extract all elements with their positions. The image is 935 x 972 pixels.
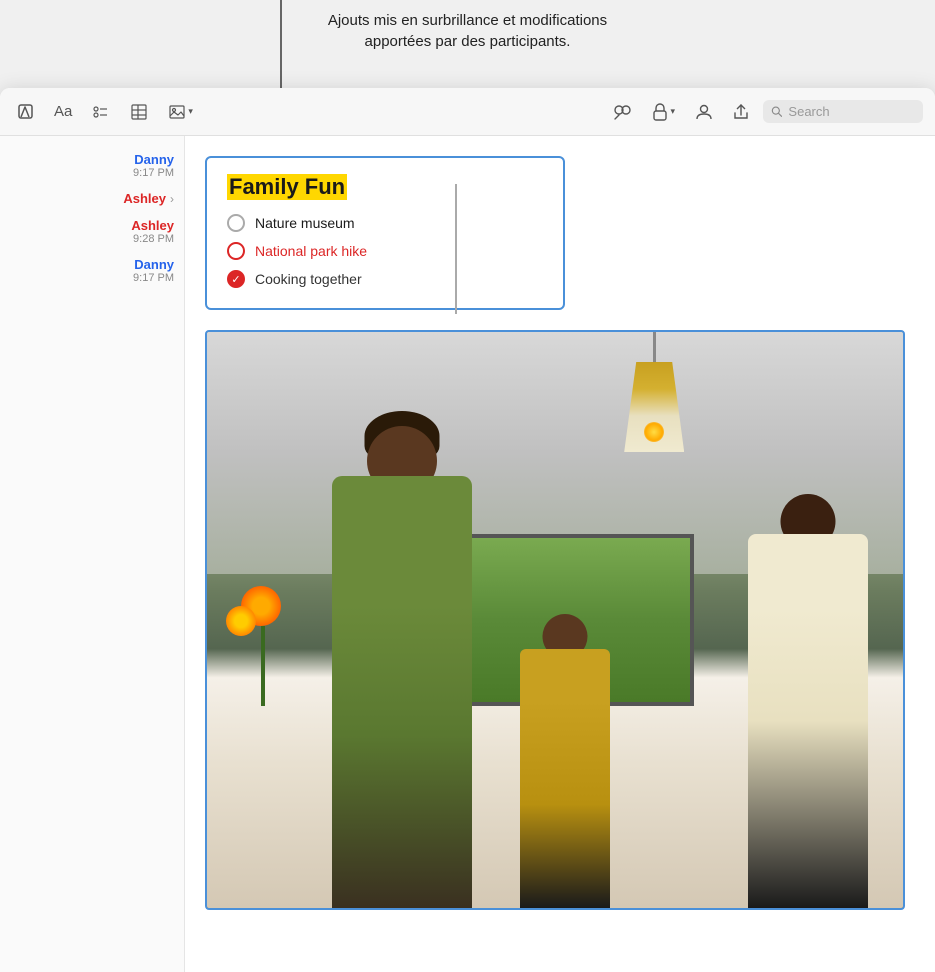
- main-content: Danny 9:17 PM Ashley › Ashley 9:28 PM Da…: [0, 136, 935, 972]
- table-button[interactable]: [124, 99, 154, 125]
- tooltip: Ajouts mis en surbrillance et modificati…: [0, 0, 935, 52]
- kitchen-photo: [207, 332, 903, 908]
- change-item-danny-1[interactable]: Danny 9:17 PM: [0, 146, 184, 185]
- doc-card: Family Fun Nature museum National park h…: [205, 156, 565, 310]
- collaborate-button[interactable]: [606, 99, 638, 125]
- tooltip-line1: Ajouts mis en surbrillance et modificati…: [328, 12, 607, 29]
- check-circle-empty: [227, 214, 245, 232]
- person-child: [520, 649, 610, 908]
- toolbar: Aa ▾: [0, 88, 935, 136]
- participants-button[interactable]: [689, 99, 719, 125]
- checklist-item-text: Cooking together: [255, 271, 362, 287]
- lamp-shade: [624, 362, 684, 452]
- vertical-indicator: [455, 184, 457, 314]
- checklist: Nature museum National park hike ✓ Cooki…: [227, 214, 543, 288]
- format-button[interactable]: [86, 99, 116, 125]
- flowers: [221, 586, 301, 706]
- pendant-lamp: [614, 332, 694, 452]
- doc-title: Family Fun: [227, 174, 347, 200]
- author-name: Ashley: [123, 191, 166, 206]
- person-tall: [332, 476, 472, 908]
- person-body: [332, 476, 472, 908]
- author-name: Danny: [134, 152, 174, 167]
- change-item-danny-2[interactable]: Danny 9:17 PM: [0, 251, 184, 290]
- author-name: Ashley: [131, 218, 174, 233]
- sidebar: Danny 9:17 PM Ashley › Ashley 9:28 PM Da…: [0, 136, 185, 972]
- lamp-glow: [644, 422, 664, 442]
- font-button[interactable]: Aa: [48, 99, 78, 124]
- checklist-item-nature[interactable]: Nature museum: [227, 214, 543, 232]
- checklist-item-cooking[interactable]: ✓ Cooking together: [227, 270, 543, 288]
- edit-button[interactable]: [12, 100, 40, 124]
- chevron-icon: ▾: [188, 106, 193, 117]
- arrow-icon: ›: [170, 192, 174, 206]
- checklist-item-text: Nature museum: [255, 215, 355, 231]
- change-time: 9:28 PM: [133, 233, 174, 245]
- flower-stem: [261, 626, 265, 706]
- check-circle-red: [227, 242, 245, 260]
- list-format-icon: [92, 103, 110, 121]
- media-icon: [168, 103, 186, 121]
- author-name: Danny: [134, 257, 174, 272]
- lock-button[interactable]: ▾: [646, 99, 681, 125]
- change-item-ashley-1[interactable]: Ashley ›: [0, 185, 184, 212]
- toolbar-right: ▾: [606, 99, 923, 125]
- kitchen-photo-area: [205, 330, 905, 910]
- app-window: Aa ▾: [0, 88, 935, 972]
- search-box[interactable]: [763, 100, 923, 123]
- change-time: 9:17 PM: [133, 167, 174, 179]
- child-body: [520, 649, 610, 908]
- share-icon: [733, 103, 749, 121]
- share-button[interactable]: [727, 99, 755, 125]
- right-person-body: [748, 534, 868, 908]
- change-time: 9:17 PM: [133, 272, 174, 284]
- checklist-item-text: National park hike: [255, 243, 367, 259]
- person-icon: [695, 103, 713, 121]
- lamp-cord: [653, 332, 656, 362]
- person-right: [748, 534, 868, 908]
- lock-chevron: ▾: [670, 106, 675, 117]
- doc-area: Family Fun Nature museum National park h…: [185, 136, 935, 972]
- font-label: Aa: [54, 103, 72, 120]
- tooltip-line2: apportées par des participants.: [365, 33, 571, 50]
- search-input[interactable]: [788, 104, 915, 119]
- change-item-ashley-2[interactable]: Ashley 9:28 PM: [0, 212, 184, 251]
- search-icon: [771, 105, 782, 118]
- edit-icon: [18, 104, 34, 120]
- lock-icon: [652, 103, 668, 121]
- media-button[interactable]: ▾: [162, 99, 199, 125]
- table-icon: [130, 103, 148, 121]
- collaborate-icon: [612, 103, 632, 121]
- checklist-item-hike[interactable]: National park hike: [227, 242, 543, 260]
- flower-head-2: [226, 606, 256, 636]
- check-circle-done: ✓: [227, 270, 245, 288]
